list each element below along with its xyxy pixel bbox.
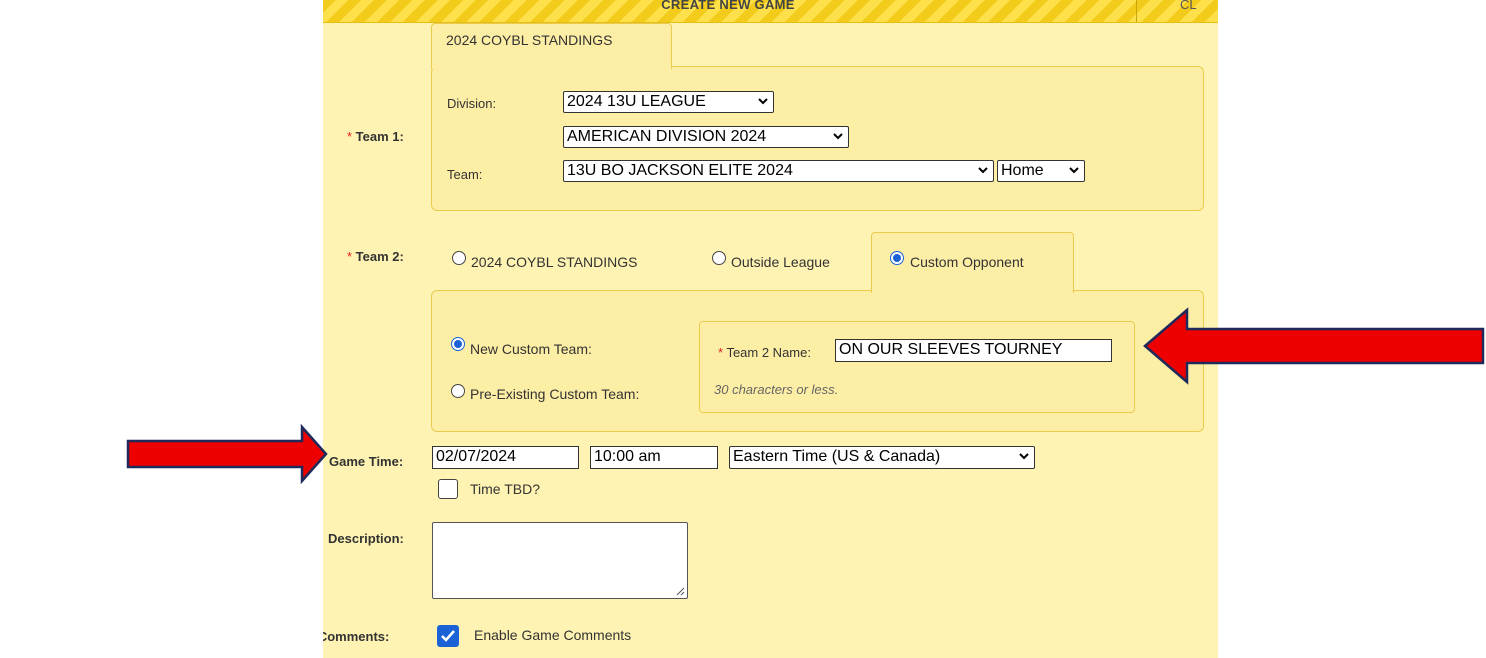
description-label: Description: <box>328 531 404 546</box>
chevron-down-icon <box>833 133 843 140</box>
team1-label: * Team 1: <box>347 129 404 144</box>
existing-custom-team-label[interactable]: Pre-Existing Custom Team: <box>470 386 639 402</box>
chevron-down-icon <box>1069 167 1079 174</box>
top-tab-bar: CREATE NEW GAME CL <box>323 0 1218 23</box>
game-time-input[interactable]: 10:00 am <box>590 446 718 469</box>
tab-coybl-standings[interactable]: 2024 COYBL STANDINGS <box>431 23 672 69</box>
team1-select-value: 13U BO JACKSON ELITE 2024 <box>567 162 793 179</box>
radio-existing-custom-team[interactable] <box>451 384 465 398</box>
division-select[interactable]: 2024 13U LEAGUE <box>563 91 774 113</box>
comments-label: e Comments: <box>323 629 390 644</box>
tab-coybl-standings-label: 2024 COYBL STANDINGS <box>446 32 613 48</box>
team2-label: * Team 2: <box>347 249 404 264</box>
team2-label-text: Team 2: <box>355 249 404 264</box>
resize-handle-icon[interactable] <box>676 587 685 596</box>
division-label: Division: <box>447 96 497 111</box>
subdivision-select-value: AMERICAN DIVISION 2024 <box>567 128 767 145</box>
new-custom-team-label[interactable]: New Custom Team: <box>470 341 592 357</box>
radio-coybl-standings-label[interactable]: 2024 COYBL STANDINGS <box>471 254 638 270</box>
arrow-left-pointer-icon <box>1143 307 1485 385</box>
description-textarea[interactable] <box>432 522 688 599</box>
timezone-select-value: Eastern Time (US & Canada) <box>733 448 941 465</box>
enable-comments-label[interactable]: Enable Game Comments <box>474 627 631 643</box>
radio-new-custom-team[interactable] <box>451 337 465 351</box>
arrow-right-pointer-icon <box>126 424 328 484</box>
game-time-label: Game Time: <box>329 454 404 469</box>
subdivision-select[interactable]: AMERICAN DIVISION 2024 <box>563 126 849 148</box>
chevron-down-icon <box>1019 453 1029 460</box>
radio-custom-opponent[interactable] <box>890 251 904 265</box>
team1-label-text: Team 1: <box>355 129 404 144</box>
radio-custom-opponent-label[interactable]: Custom Opponent <box>910 254 1024 270</box>
time-tbd-label[interactable]: Time TBD? <box>470 481 540 497</box>
timezone-select[interactable]: Eastern Time (US & Canada) <box>729 446 1035 469</box>
chevron-down-icon <box>978 167 988 174</box>
team2-name-input[interactable]: ON OUR SLEEVES TOURNEY <box>835 339 1112 362</box>
radio-coybl-standings[interactable] <box>452 251 466 265</box>
game-date-input[interactable]: 02/07/2024 <box>432 446 579 469</box>
team2-name-label-text: Team 2 Name: <box>726 345 811 360</box>
team2-name-label: * Team 2 Name: <box>718 345 811 360</box>
radio-outside-league-label[interactable]: Outside League <box>731 254 830 270</box>
home-away-select-value: Home <box>1001 162 1044 179</box>
team1-select[interactable]: 13U BO JACKSON ELITE 2024 <box>563 160 994 182</box>
home-away-select[interactable]: Home <box>997 160 1085 182</box>
team2-name-box <box>699 321 1135 413</box>
checkmark-icon <box>441 630 455 642</box>
division-select-value: 2024 13U LEAGUE <box>567 93 706 110</box>
create-game-panel: CREATE NEW GAME CL * Team 1: 2024 COYBL … <box>323 0 1218 658</box>
next-tab[interactable]: CL <box>1180 0 1197 12</box>
team2-name-hint: 30 characters or less. <box>714 382 839 397</box>
tab-separator <box>1136 0 1137 22</box>
radio-outside-league[interactable] <box>712 251 726 265</box>
create-new-game-tab[interactable]: CREATE NEW GAME <box>323 0 1133 12</box>
time-tbd-checkbox[interactable] <box>438 479 458 499</box>
enable-comments-checkbox[interactable] <box>437 625 459 647</box>
team-label: Team: <box>447 167 483 182</box>
chevron-down-icon <box>758 98 768 105</box>
